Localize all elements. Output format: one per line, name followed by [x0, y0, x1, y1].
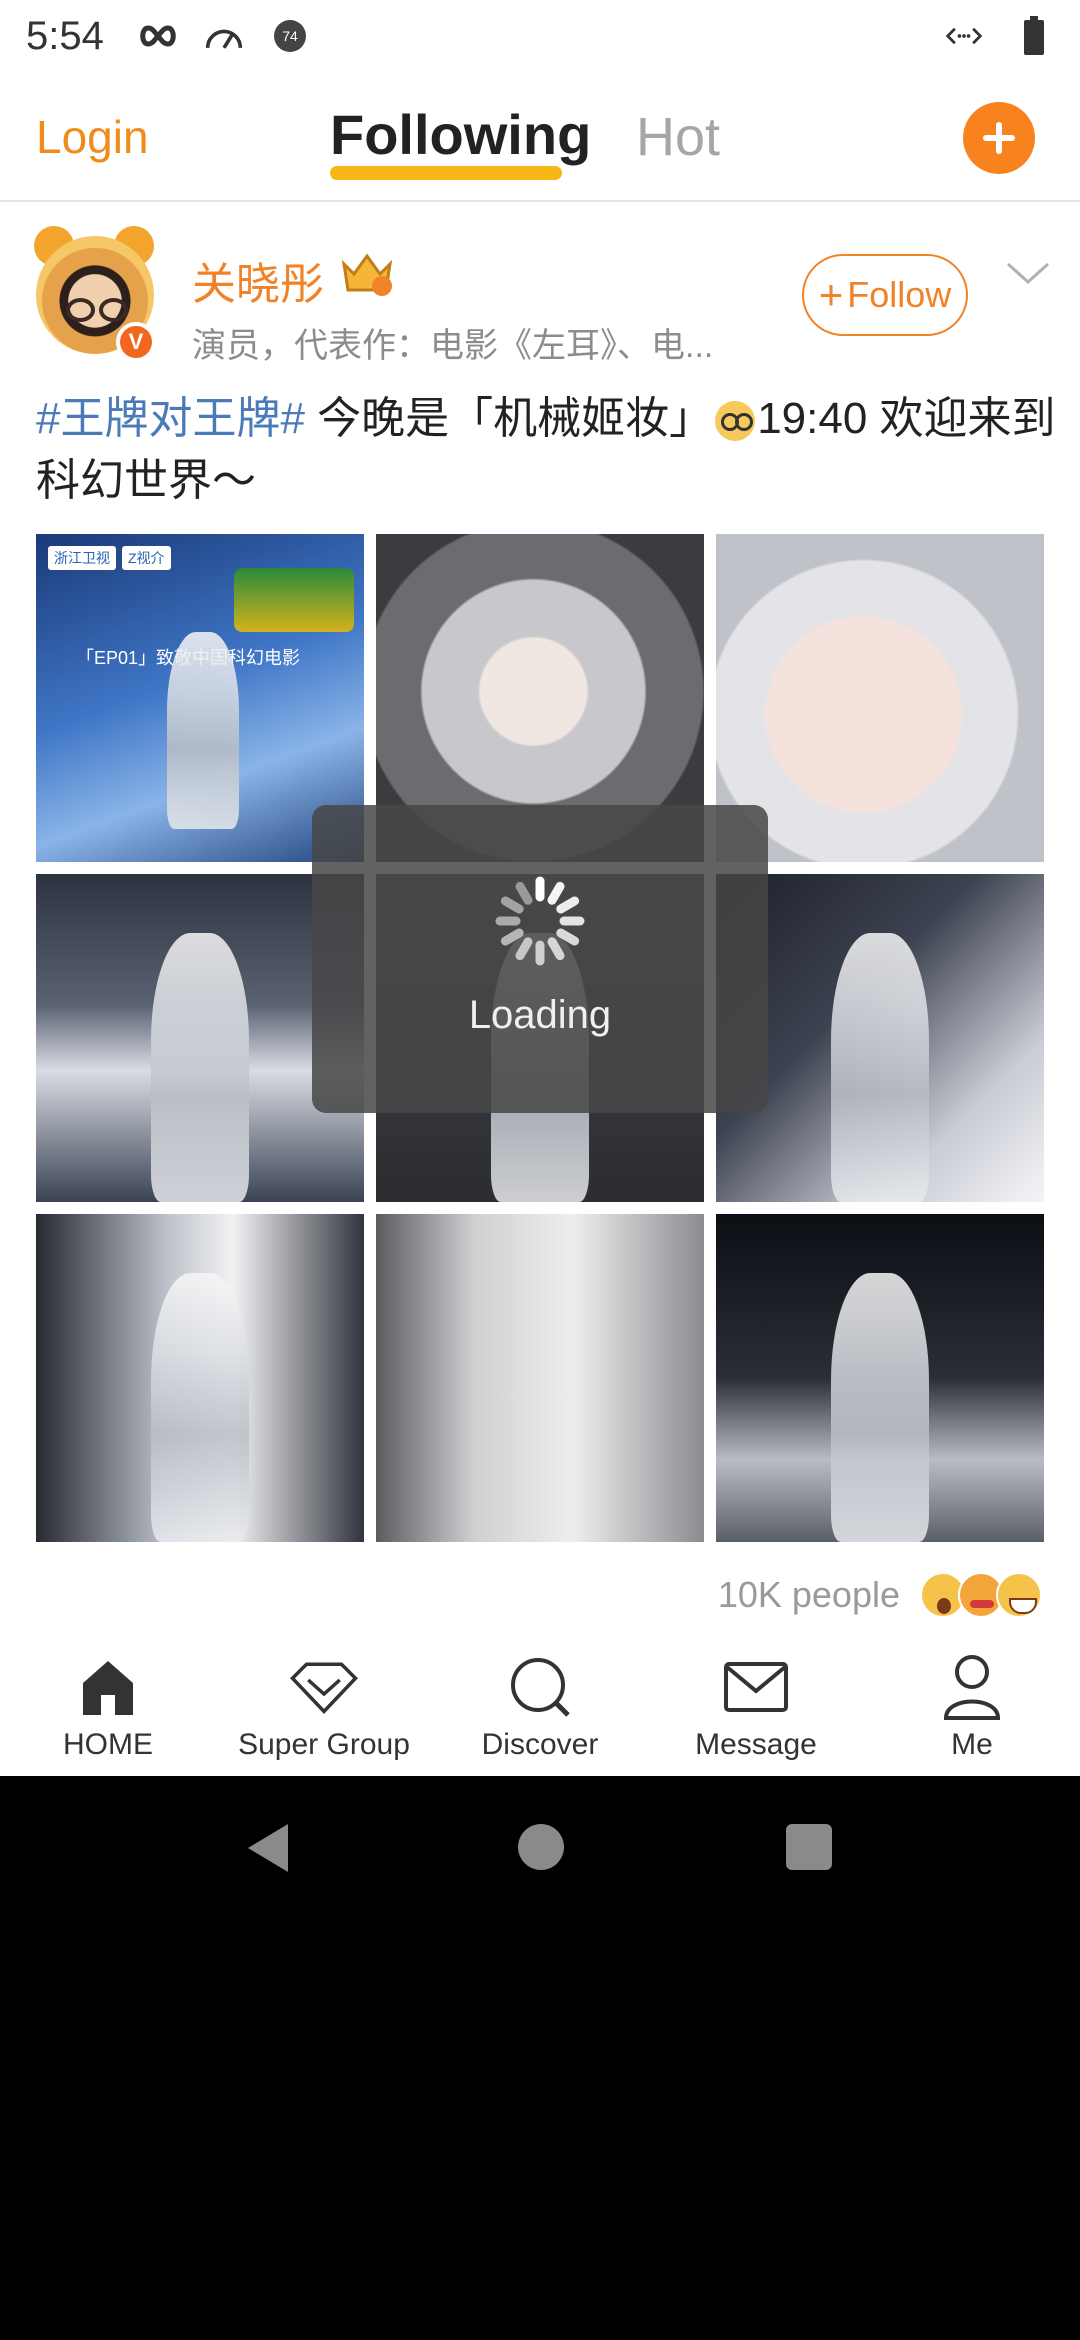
app-screen: 5:54 74 Login Following Hot V 关晓彤 演员，代表作… [0, 0, 1080, 1776]
login-button[interactable]: Login [36, 110, 149, 164]
notification-74-icon: 74 [270, 16, 310, 56]
envelope-icon [721, 1652, 791, 1722]
nav-super-group-label: Super Group [238, 1728, 410, 1761]
status-time: 5:54 [26, 13, 104, 58]
home-icon [73, 1652, 143, 1722]
tab-active-indicator [330, 166, 562, 180]
nav-home[interactable]: HOME [0, 1640, 216, 1776]
photo-1-tag: Z视介 [122, 546, 171, 570]
photo-8[interactable] [376, 1214, 704, 1542]
nav-me[interactable]: Me [864, 1640, 1080, 1776]
avatar-glasses [66, 298, 128, 322]
status-icons-left: 74 [138, 16, 310, 56]
show-logo [234, 568, 354, 632]
data-transfer-icon [944, 16, 984, 56]
nav-home-label: HOME [63, 1728, 153, 1761]
bottom-nav: HOME Super Group Discover Message Me [0, 1640, 1080, 1776]
tab-hot[interactable]: Hot [636, 106, 720, 168]
tab-following[interactable]: Following [330, 102, 591, 167]
status-bar: 5:54 74 [0, 0, 1080, 72]
photo-figure [150, 1273, 250, 1542]
top-nav: Login Following Hot [0, 72, 1080, 202]
verified-badge: V [116, 322, 156, 362]
nav-message-label: Message [695, 1728, 817, 1761]
back-icon[interactable] [244, 1822, 292, 1874]
person-icon [937, 1652, 1007, 1722]
home-button-icon[interactable] [518, 1824, 564, 1870]
post-text: #王牌对王牌# 今晚是「机械姬妆」 19:40 欢迎来到科幻世界～ [36, 388, 1056, 512]
notification-count: 74 [282, 28, 298, 44]
likes-count: 10K people [717, 1574, 900, 1615]
reaction-icons [920, 1572, 1042, 1618]
user-description: 演员，代表作：电影《左耳》、电... [192, 327, 714, 365]
grin-emoji-icon [996, 1572, 1042, 1618]
photo-figure [830, 933, 930, 1202]
plus-icon [983, 122, 1015, 154]
chevron-down-icon[interactable] [1004, 256, 1052, 292]
nav-discover-label: Discover [481, 1728, 599, 1761]
photo-1-tag: 浙江卫视 [48, 546, 116, 570]
nav-super-group[interactable]: Super Group [216, 1640, 432, 1776]
loading-label: Loading [468, 993, 612, 1037]
photo-1-tags: 浙江卫视 Z视介 [48, 546, 171, 570]
follow-button[interactable]: + Follow [802, 254, 968, 336]
follow-plus-icon: + [818, 271, 844, 318]
glasses-emoji-icon [715, 401, 756, 441]
compose-button[interactable] [963, 102, 1035, 174]
battery-icon [1014, 16, 1054, 56]
diamond-icon [289, 1652, 359, 1722]
follow-label: Follow [847, 274, 952, 315]
loading-spinner-icon [495, 876, 585, 966]
photo-figure [150, 933, 250, 1202]
nav-me-label: Me [951, 1728, 993, 1761]
photo-figure [167, 632, 240, 830]
system-nav-bar [0, 1776, 1080, 1920]
status-icons-right [944, 16, 1054, 56]
loading-overlay: Loading [312, 805, 768, 1113]
photo-7[interactable] [36, 1214, 364, 1542]
speedometer-icon [204, 16, 244, 56]
crown-icon [338, 250, 396, 298]
recent-apps-icon[interactable] [786, 1824, 832, 1870]
photo-figure [830, 1273, 930, 1542]
search-icon [505, 1652, 575, 1722]
avatar[interactable]: V [34, 226, 156, 362]
nav-message[interactable]: Message [648, 1640, 864, 1776]
user-name[interactable]: 关晓彤 [192, 248, 324, 312]
hashtag-link[interactable]: #王牌对王牌# [36, 394, 305, 443]
nav-discover[interactable]: Discover [432, 1640, 648, 1776]
infinity-icon [138, 16, 178, 56]
post-text-part1: 今晚是「机械姬妆」 [304, 394, 714, 443]
photo-9[interactable] [716, 1214, 1044, 1542]
likes-row[interactable]: 10K people [718, 1572, 1042, 1618]
